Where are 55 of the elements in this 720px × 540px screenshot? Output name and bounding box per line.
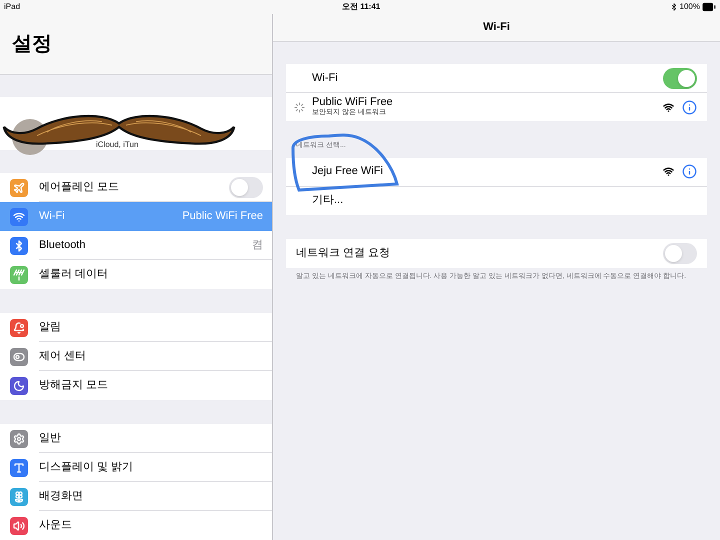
profile-subtitle: iCloud, iTun bbox=[96, 140, 138, 149]
sidebar-title: 설정 bbox=[12, 32, 52, 57]
row-label: Wi-Fi bbox=[39, 209, 66, 224]
toggle-switch[interactable] bbox=[229, 176, 263, 198]
row-label: 알림 bbox=[39, 320, 62, 335]
switches-icon bbox=[10, 348, 28, 366]
settings-row[interactable]: 일반 bbox=[0, 424, 272, 453]
notification-icon bbox=[10, 318, 28, 336]
row-label: 배경화면 bbox=[39, 488, 84, 504]
other-network-row[interactable]: 기타... bbox=[286, 186, 707, 214]
bluetooth-icon bbox=[670, 3, 678, 11]
ask-to-join-label: 네트워크 연결 요청 bbox=[296, 246, 392, 261]
settings-icon bbox=[10, 430, 28, 448]
network-name: Public WiFi Free bbox=[312, 96, 394, 108]
status-time: 오전 11:41 bbox=[342, 1, 380, 13]
wifi-signal-icon bbox=[663, 166, 674, 177]
settings-row[interactable]: 디스플레이 및 밝기 bbox=[0, 453, 272, 482]
network-name: Jeju Free WiFi bbox=[312, 164, 384, 180]
bluetooth-icon bbox=[10, 236, 28, 254]
text-size-icon bbox=[10, 458, 28, 476]
battery-percent: 100% bbox=[680, 1, 700, 13]
wifi-icon bbox=[10, 208, 28, 226]
flower-icon bbox=[10, 488, 28, 506]
settings-row[interactable]: Bluetooth 켬 bbox=[0, 231, 272, 260]
row-label: 디스플레이 및 밝기 bbox=[39, 460, 134, 475]
speaker-icon bbox=[10, 516, 28, 534]
device-name: iPad bbox=[4, 1, 20, 13]
toggle-switch[interactable] bbox=[663, 242, 697, 264]
row-label: 사운드 bbox=[39, 518, 73, 534]
wifi-signal-icon bbox=[663, 102, 674, 112]
wifi-label: Wi-Fi bbox=[312, 70, 339, 86]
row-label: 에어플레인 모드 bbox=[39, 180, 120, 195]
settings-row[interactable]: 사운드 bbox=[0, 511, 272, 540]
page-title: Wi-Fi bbox=[483, 20, 510, 36]
info-icon[interactable] bbox=[682, 100, 697, 114]
row-value: 켬 bbox=[252, 238, 263, 253]
settings-row[interactable]: 제어 센터 bbox=[0, 342, 272, 371]
moon-icon bbox=[10, 376, 28, 394]
row-value: Public WiFi Free bbox=[182, 209, 263, 224]
row-label: Bluetooth bbox=[39, 238, 86, 253]
info-icon[interactable] bbox=[682, 164, 697, 179]
airplane-icon bbox=[10, 178, 28, 196]
row-label: 일반 bbox=[39, 430, 62, 446]
settings-row[interactable]: 방해금지 모드 bbox=[0, 371, 272, 400]
row-label: 제어 센터 bbox=[39, 348, 88, 364]
battery-icon bbox=[702, 0, 716, 14]
toggle-switch[interactable] bbox=[663, 68, 697, 88]
row-label: 방해금지 모드 bbox=[39, 378, 110, 394]
settings-row[interactable]: 알림 bbox=[0, 313, 272, 342]
row-label: 셀룰러 데이터 bbox=[39, 267, 110, 282]
settings-row[interactable]: 배경화면 bbox=[0, 482, 272, 511]
settings-row[interactable]: 셀룰러 데이터 bbox=[0, 260, 272, 289]
antenna-icon bbox=[10, 266, 28, 284]
network-row[interactable]: Jeju Free WiFi bbox=[286, 158, 707, 186]
settings-row[interactable]: 에어플레인 모드 bbox=[0, 173, 272, 202]
